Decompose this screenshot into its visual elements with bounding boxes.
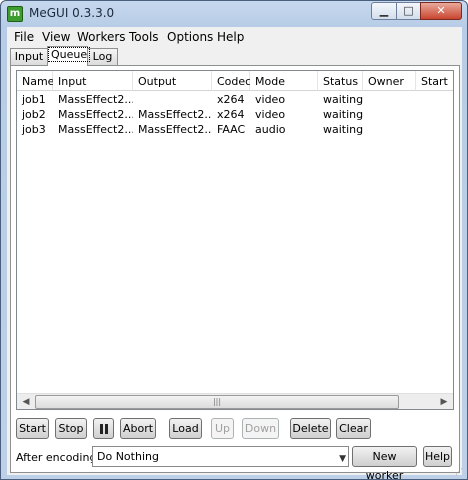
cell-input: MassEffect2.... xyxy=(58,123,133,136)
after-encoding-value: Do Nothing xyxy=(97,450,159,463)
maximize-icon: □ xyxy=(403,4,414,17)
tab-queue[interactable]: Queue xyxy=(47,46,91,66)
menu-bar: File View Workers Tools Options Help xyxy=(7,27,462,46)
scroll-left-icon[interactable]: ◀ xyxy=(18,395,34,409)
cell-name: job1 xyxy=(22,93,46,106)
queue-panel: Name Input Output Codec Mode Status Owne… xyxy=(10,65,460,480)
cell-codec: x264 xyxy=(217,93,245,106)
cell-input: MassEffect2.... xyxy=(58,108,133,121)
resize-grip-icon[interactable]: ⋰ xyxy=(455,467,465,477)
stop-button[interactable]: Stop xyxy=(55,418,87,439)
cell-output: MassEffect2.... xyxy=(138,108,212,121)
window-title: MeGUI 0.3.3.0 xyxy=(29,6,115,20)
load-button[interactable]: Load xyxy=(169,418,202,439)
after-encoding-label: After encoding: xyxy=(16,451,101,464)
menu-workers[interactable]: Workers xyxy=(77,30,126,44)
cell-name: job3 xyxy=(22,123,46,136)
column-header-name[interactable]: Name xyxy=(17,71,54,91)
menu-view[interactable]: View xyxy=(42,30,70,44)
title-bar[interactable]: m MeGUI 0.3.3.0 ▁ □ ✕ xyxy=(1,1,467,27)
table-row[interactable]: job3 MassEffect2.... MassEffect2.... FAA… xyxy=(17,123,453,138)
scrollbar-thumb[interactable]: ||| xyxy=(35,395,399,409)
cell-output: MassEffect2.... xyxy=(138,123,212,136)
cell-name: job2 xyxy=(22,108,46,121)
column-header-owner[interactable]: Owner xyxy=(363,71,416,91)
cell-status: waiting xyxy=(323,123,363,136)
cell-input: MassEffect2.... xyxy=(58,93,133,106)
dropdown-arrow-icon: ▼ xyxy=(339,454,346,464)
column-header-start[interactable]: Start xyxy=(416,71,453,91)
menu-help[interactable]: Help xyxy=(217,30,244,44)
clear-button[interactable]: Clear xyxy=(336,418,371,439)
cell-codec: x264 xyxy=(217,108,245,121)
down-button[interactable]: Down xyxy=(242,418,279,439)
cell-status: waiting xyxy=(323,108,363,121)
table-row[interactable]: job2 MassEffect2.... MassEffect2.... x26… xyxy=(17,108,453,123)
app-icon[interactable]: m xyxy=(7,6,23,22)
client-area: File View Workers Tools Options Help Inp… xyxy=(7,27,462,480)
menu-file[interactable]: File xyxy=(14,30,34,44)
after-encoding-select[interactable]: Do Nothing ▼ xyxy=(92,446,349,467)
column-header-codec[interactable]: Codec xyxy=(212,71,251,91)
app-window: m MeGUI 0.3.3.0 ▁ □ ✕ File View Workers … xyxy=(0,0,468,480)
delete-button[interactable]: Delete xyxy=(290,418,331,439)
column-header-input[interactable]: Input xyxy=(53,71,133,91)
column-header-status[interactable]: Status xyxy=(318,71,363,91)
help-button[interactable]: Help xyxy=(423,446,452,467)
queue-list[interactable]: Name Input Output Codec Mode Status Owne… xyxy=(16,70,454,410)
column-header-output[interactable]: Output xyxy=(133,71,212,91)
pause-icon xyxy=(99,422,109,435)
close-button[interactable]: ✕ xyxy=(420,2,462,20)
scroll-right-icon[interactable]: ▶ xyxy=(436,395,452,409)
minimize-button[interactable]: ▁ xyxy=(371,2,397,20)
cell-codec: FAAC xyxy=(217,123,246,136)
tab-input[interactable]: Input xyxy=(10,48,48,65)
tab-log[interactable]: Log xyxy=(87,48,118,65)
menu-options[interactable]: Options xyxy=(167,30,213,44)
table-row[interactable]: job1 MassEffect2.... x264 video waiting xyxy=(17,93,453,108)
menu-tools[interactable]: Tools xyxy=(129,30,159,44)
abort-button[interactable]: Abort xyxy=(120,418,156,439)
horizontal-scrollbar[interactable]: ◀ ||| ▶ xyxy=(17,393,453,409)
cell-status: waiting xyxy=(323,93,363,106)
up-button[interactable]: Up xyxy=(211,418,234,439)
cell-mode: audio xyxy=(255,123,286,136)
start-button[interactable]: Start xyxy=(16,418,49,439)
tab-queue-label: Queue xyxy=(48,47,91,62)
pause-button[interactable] xyxy=(93,418,114,439)
column-header-mode[interactable]: Mode xyxy=(250,71,318,91)
maximize-button[interactable]: □ xyxy=(396,2,421,20)
new-worker-button[interactable]: New worker xyxy=(352,446,417,480)
cell-mode: video xyxy=(255,108,286,121)
cell-mode: video xyxy=(255,93,286,106)
minimize-icon: ▁ xyxy=(379,4,389,17)
close-icon: ✕ xyxy=(436,4,446,17)
